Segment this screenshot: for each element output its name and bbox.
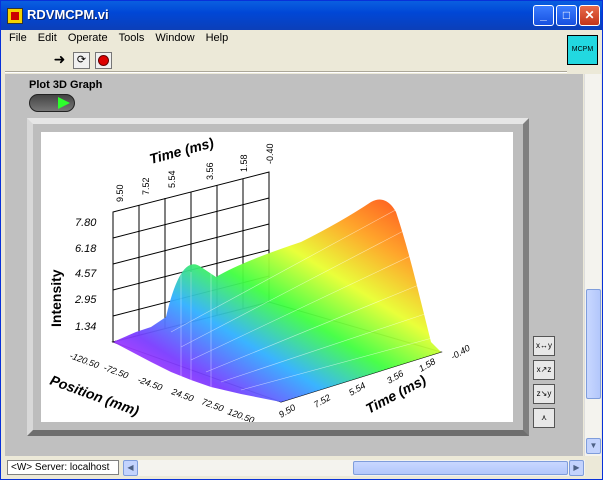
zoom-xz-icon[interactable]: x↗z	[533, 360, 555, 380]
menu-edit[interactable]: Edit	[34, 31, 61, 45]
svg-text:-0.40: -0.40	[449, 343, 472, 362]
scroll-down-arrow-icon[interactable]: ▼	[586, 438, 601, 454]
title-bar[interactable]: RDVMCPM.vi _ □ ✕	[1, 1, 602, 30]
menu-operate[interactable]: Operate	[64, 31, 112, 45]
time-axis-top-label: Time (ms)	[148, 134, 216, 167]
plot-area[interactable]: Time (ms) 9.50 7.52 5.54 3.56 1.58 -0.40…	[41, 132, 513, 425]
scroll-left-arrow-icon[interactable]: ◀	[123, 460, 138, 476]
intensity-ticks: 7.80 6.18 4.57 2.95 1.34	[74, 217, 97, 333]
vertical-scroll-thumb[interactable]	[586, 289, 601, 399]
svg-text:2.95: 2.95	[74, 294, 97, 306]
surface-mesh	[113, 199, 441, 402]
svg-text:-120.50: -120.50	[68, 350, 100, 370]
abort-execution-icon[interactable]	[95, 52, 112, 69]
surface-plot: Time (ms) 9.50 7.52 5.54 3.56 1.58 -0.40…	[48, 134, 472, 425]
labview-vi-icon	[7, 8, 23, 24]
horizontal-scroll-thumb[interactable]	[353, 461, 568, 475]
menu-file[interactable]: File	[5, 31, 31, 45]
app-window: RDVMCPM.vi _ □ ✕ File Edit Operate Tools…	[0, 0, 603, 480]
close-button[interactable]: ✕	[579, 5, 600, 26]
menu-window[interactable]: Window	[151, 31, 198, 45]
svg-text:1.58: 1.58	[239, 154, 249, 172]
horizontal-scrollbar[interactable]: ◀ ▶	[123, 460, 585, 476]
intensity-axis-label: Intensity	[48, 269, 64, 327]
minimize-button[interactable]: _	[533, 5, 554, 26]
svg-text:7.52: 7.52	[312, 392, 332, 409]
zoom-zy-icon[interactable]: z↘y	[533, 384, 555, 404]
scroll-right-arrow-icon[interactable]: ▶	[569, 460, 584, 476]
window-title: RDVMCPM.vi	[27, 7, 109, 22]
run-continuously-icon[interactable]: ⟳	[73, 52, 90, 69]
plot-3d-graph-label: Plot 3D Graph	[29, 79, 103, 91]
maximize-button[interactable]: □	[556, 5, 577, 26]
svg-text:5.54: 5.54	[167, 170, 177, 188]
svg-text:9.50: 9.50	[115, 184, 125, 202]
svg-text:3.56: 3.56	[205, 162, 215, 180]
graph-frame: Time (ms) 9.50 7.52 5.54 3.56 1.58 -0.40…	[27, 118, 529, 436]
vertical-scrollbar[interactable]: ▼	[584, 74, 601, 456]
svg-text:4.57: 4.57	[75, 268, 97, 280]
run-arrow-icon[interactable]: ➜	[51, 52, 68, 69]
svg-text:24.50: 24.50	[169, 386, 195, 403]
position-axis-label: Position (mm)	[48, 372, 141, 419]
plot-3d-graph-toggle[interactable]	[29, 94, 75, 112]
rotate-xy-icon[interactable]: x↔y	[533, 336, 555, 356]
status-bar: <W> Server: localhost ◀ ▶	[5, 459, 585, 477]
toolbar-separator	[5, 71, 567, 73]
menu-help[interactable]: Help	[202, 31, 233, 45]
svg-text:7.52: 7.52	[141, 177, 151, 195]
vi-icon-mcpm: MCPM	[567, 35, 598, 65]
svg-text:6.18: 6.18	[75, 243, 97, 255]
svg-text:-0.40: -0.40	[265, 143, 275, 164]
pan-axes-icon[interactable]: ⋏	[533, 408, 555, 428]
svg-text:-24.50: -24.50	[136, 374, 163, 392]
server-status: <W> Server: localhost	[7, 460, 119, 475]
svg-text:-72.50: -72.50	[102, 362, 129, 380]
front-panel: Plot 3D Graph Time (ms) 9.50 7.52 5.54 3…	[5, 74, 583, 456]
menu-tools[interactable]: Tools	[115, 31, 149, 45]
svg-text:5.54: 5.54	[347, 380, 367, 397]
svg-text:9.50: 9.50	[277, 402, 297, 419]
menu-bar: File Edit Operate Tools Window Help	[5, 31, 232, 49]
svg-text:120.50: 120.50	[226, 406, 255, 422]
svg-text:1.34: 1.34	[75, 321, 96, 333]
svg-text:72.50: 72.50	[200, 396, 225, 413]
svg-text:7.80: 7.80	[75, 217, 97, 229]
